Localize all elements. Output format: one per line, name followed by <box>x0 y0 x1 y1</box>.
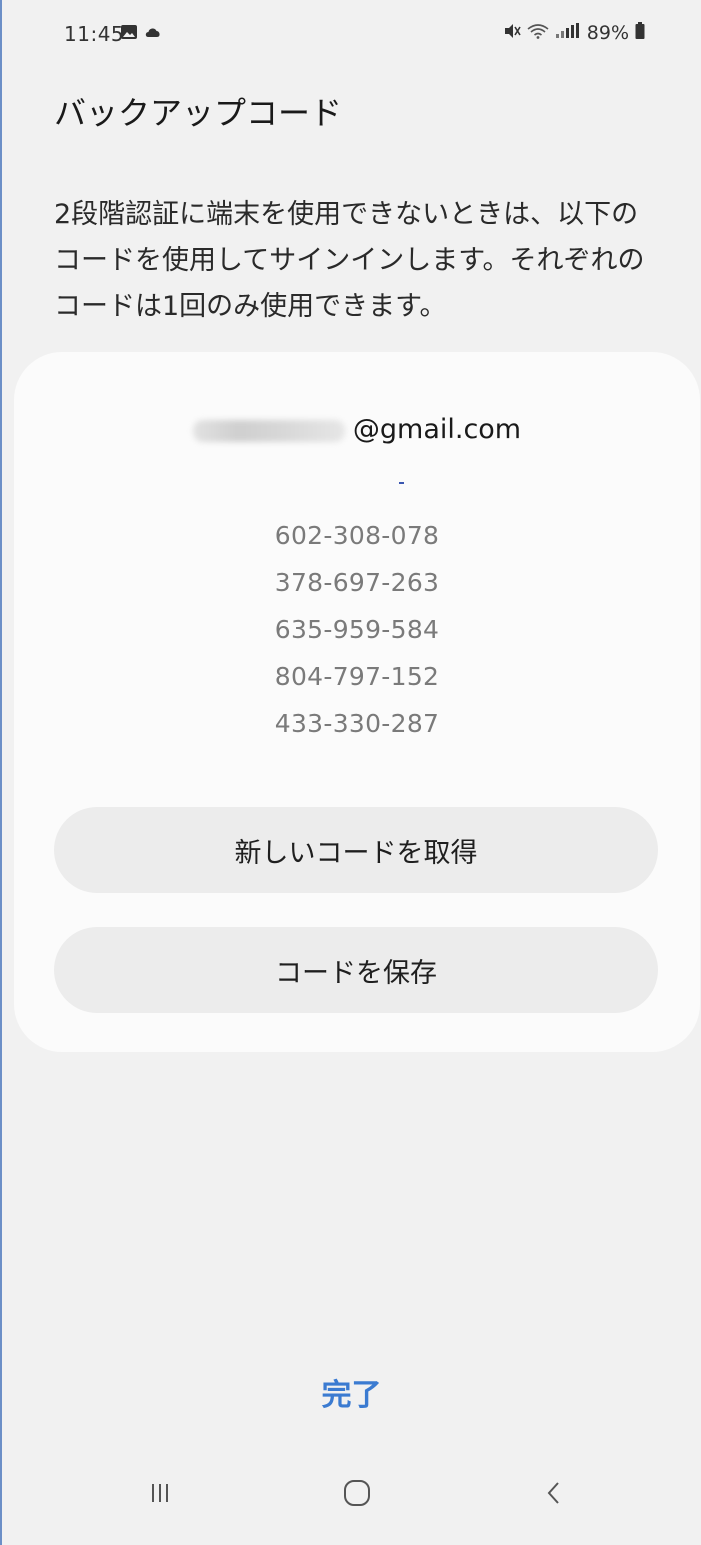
email-suffix: @gmail.com <box>352 414 522 445</box>
status-right: 89% <box>503 22 645 44</box>
save-codes-button[interactable]: コードを保存 <box>54 927 658 1013</box>
gallery-icon <box>120 24 138 44</box>
back-button[interactable] <box>524 1470 584 1520</box>
wifi-icon <box>527 22 549 44</box>
done-button[interactable]: 完了 <box>2 1370 701 1414</box>
backup-code: 378-697-263 <box>274 568 440 597</box>
battery-icon <box>635 22 645 44</box>
backup-code: 635-959-584 <box>274 615 440 644</box>
battery-text: 89% <box>586 22 629 44</box>
code-list: 602-308-078 378-697-263 635-959-584 804-… <box>14 512 700 747</box>
signal-icon <box>555 22 581 44</box>
home-button[interactable] <box>327 1470 387 1520</box>
backup-code: 602-308-078 <box>274 521 440 550</box>
backup-codes-card: @gmail.com 602-308-078 378-697-263 635-9… <box>14 352 700 1052</box>
account-email: @gmail.com <box>14 414 700 445</box>
separator-mark <box>399 482 404 484</box>
mute-icon <box>503 22 521 44</box>
navigation-bar <box>2 1440 701 1545</box>
cloud-icon <box>144 24 162 44</box>
recent-apps-icon <box>148 1481 172 1509</box>
status-left-icons <box>120 24 162 44</box>
status-bar: 11:45 89% <box>2 0 701 66</box>
get-new-codes-button[interactable]: 新しいコードを取得 <box>54 807 658 893</box>
page-title: バックアップコード <box>54 94 343 132</box>
status-time: 11:45 <box>64 22 125 46</box>
screen: 11:45 89% バックアップコード 2段階認証に端末を使用できないときは、以… <box>0 0 701 1545</box>
description-text: 2段階認証に端末を使用できないときは、以下のコードを使用してサインインします。そ… <box>54 199 645 322</box>
home-icon <box>342 1478 372 1512</box>
blurred-username <box>192 419 345 442</box>
back-icon <box>542 1479 566 1511</box>
backup-code: 433-330-287 <box>274 709 440 738</box>
recent-apps-button[interactable] <box>130 1470 190 1520</box>
backup-code: 804-797-152 <box>274 662 440 691</box>
